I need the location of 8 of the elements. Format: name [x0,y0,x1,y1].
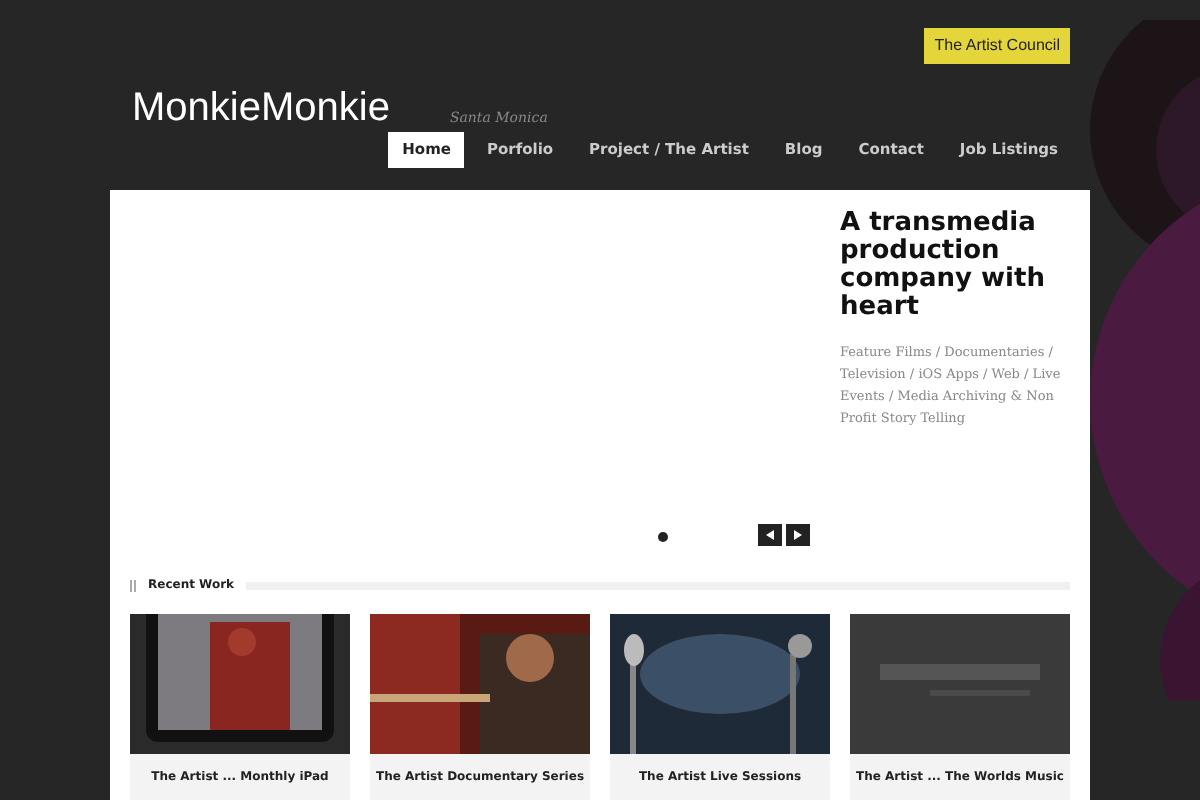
grip-icon [130,579,136,591]
previous-button[interactable] [758,524,782,546]
left-arrow-icon [766,530,774,540]
right-arrow-icon [794,530,802,540]
slider-heading: A transmedia production company with heart [840,210,1047,322]
next-button[interactable] [786,524,810,546]
artist-council-button[interactable]: The Artist Council [924,28,1070,64]
site-logo[interactable]: MonkieMonkie [132,88,390,128]
